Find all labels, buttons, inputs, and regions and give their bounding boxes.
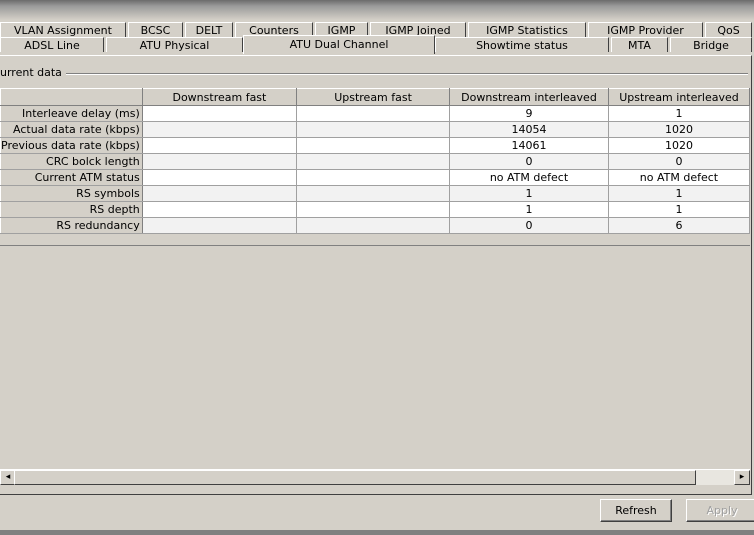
table-cell[interactable]: 6 xyxy=(607,217,751,234)
group-title: urrent data xyxy=(0,66,66,79)
tab-vlan-assignment[interactable]: VLAN Assignment xyxy=(0,22,126,37)
table-row: Current ATM status no ATM defect no ATM … xyxy=(0,169,751,186)
table-cell[interactable]: 1 xyxy=(607,201,751,218)
tab-showtime-status[interactable]: Showtime status xyxy=(435,37,609,52)
table-cell[interactable] xyxy=(141,137,298,154)
table-cell[interactable] xyxy=(141,201,298,218)
apply-button[interactable]: Apply xyxy=(686,499,754,522)
table-cell[interactable]: 14054 xyxy=(449,121,609,138)
refresh-button[interactable]: Refresh xyxy=(600,499,672,522)
row-header: RS redundancy xyxy=(0,217,143,234)
table-cell[interactable] xyxy=(141,169,298,186)
scrollbar-thumb[interactable] xyxy=(14,470,696,485)
tab-atu-physical[interactable]: ATU Physical xyxy=(106,37,243,52)
table-cell[interactable]: 9 xyxy=(449,105,609,122)
row-header: RS symbols xyxy=(0,185,143,202)
table-row: Actual data rate (kbps) 14054 1020 xyxy=(0,121,751,138)
table-cell[interactable] xyxy=(296,153,451,170)
column-header-upstream-fast[interactable]: Upstream fast xyxy=(296,88,451,106)
table-cell[interactable] xyxy=(296,217,451,234)
horizontal-scrollbar[interactable]: ◂ ▸ xyxy=(0,469,750,485)
table-cell[interactable]: 1020 xyxy=(607,137,751,154)
table-header-row: Downstream fast Upstream fast Downstream… xyxy=(0,88,751,106)
column-header-downstream-fast[interactable]: Downstream fast xyxy=(141,88,298,106)
corner-header xyxy=(0,88,143,106)
table-cell[interactable] xyxy=(141,105,298,122)
table-cell[interactable]: 0 xyxy=(449,217,609,234)
column-header-downstream-interleaved[interactable]: Downstream interleaved xyxy=(449,88,609,106)
table-cell[interactable] xyxy=(296,169,451,186)
table-cell[interactable] xyxy=(296,201,451,218)
tab-atu-dual-channel[interactable]: ATU Dual Channel xyxy=(243,35,435,54)
table-row: Previous data rate (kbps) 14061 1020 xyxy=(0,137,751,154)
window-titlebar xyxy=(0,0,754,20)
table-cell[interactable]: 1 xyxy=(449,201,609,218)
table-cell[interactable] xyxy=(296,105,451,122)
table-cell[interactable] xyxy=(296,185,451,202)
tab-mta[interactable]: MTA xyxy=(611,37,668,52)
table-cell[interactable]: 14061 xyxy=(449,137,609,154)
table-cell[interactable] xyxy=(296,137,451,154)
table-row: Interleave delay (ms) 9 1 xyxy=(0,105,751,122)
table-cell[interactable] xyxy=(296,121,451,138)
table-cell[interactable]: 1 xyxy=(607,105,751,122)
table-cell[interactable] xyxy=(141,185,298,202)
tab-bcsc[interactable]: BCSC xyxy=(128,22,183,37)
scroll-right-icon[interactable]: ▸ xyxy=(734,470,750,485)
tab-row-2: ADSL Line ATU Physical ATU Dual Channel … xyxy=(0,35,754,54)
row-header: CRC bolck length xyxy=(0,153,143,170)
tab-qos[interactable]: QoS xyxy=(705,22,752,37)
row-header: Previous data rate (kbps) xyxy=(0,137,143,154)
tab-adsl-line[interactable]: ADSL Line xyxy=(0,37,104,52)
table-cell[interactable]: 1 xyxy=(449,185,609,202)
row-header: Interleave delay (ms) xyxy=(0,105,143,122)
table-row: RS depth 1 1 xyxy=(0,201,751,218)
row-header: Actual data rate (kbps) xyxy=(0,121,143,138)
table-cell[interactable] xyxy=(141,153,298,170)
tab-bridge[interactable]: Bridge xyxy=(670,37,752,52)
table-cell[interactable]: 1020 xyxy=(607,121,751,138)
window-bottom-edge xyxy=(0,530,754,535)
tab-igmp-statistics[interactable]: IGMP Statistics xyxy=(468,22,586,37)
table-cell[interactable]: 1 xyxy=(607,185,751,202)
table-row: RS redundancy 0 6 xyxy=(0,217,751,234)
column-header-upstream-interleaved[interactable]: Upstream interleaved xyxy=(607,88,751,106)
row-header: RS depth xyxy=(0,201,143,218)
tab-delt[interactable]: DELT xyxy=(185,22,233,37)
table-row: CRC bolck length 0 0 xyxy=(0,153,751,170)
table-cell[interactable] xyxy=(141,217,298,234)
table-cell[interactable]: no ATM defect xyxy=(449,169,609,186)
table-row: RS symbols 1 1 xyxy=(0,185,751,202)
tab-igmp-provider[interactable]: IGMP Provider xyxy=(588,22,703,37)
group-border xyxy=(58,73,748,75)
data-table: Downstream fast Upstream fast Downstream… xyxy=(0,88,751,246)
table-cell[interactable]: 0 xyxy=(449,153,609,170)
table-cell[interactable] xyxy=(141,121,298,138)
row-header: Current ATM status xyxy=(0,169,143,186)
table-cell[interactable]: 0 xyxy=(607,153,751,170)
table-cell[interactable]: no ATM defect xyxy=(607,169,751,186)
